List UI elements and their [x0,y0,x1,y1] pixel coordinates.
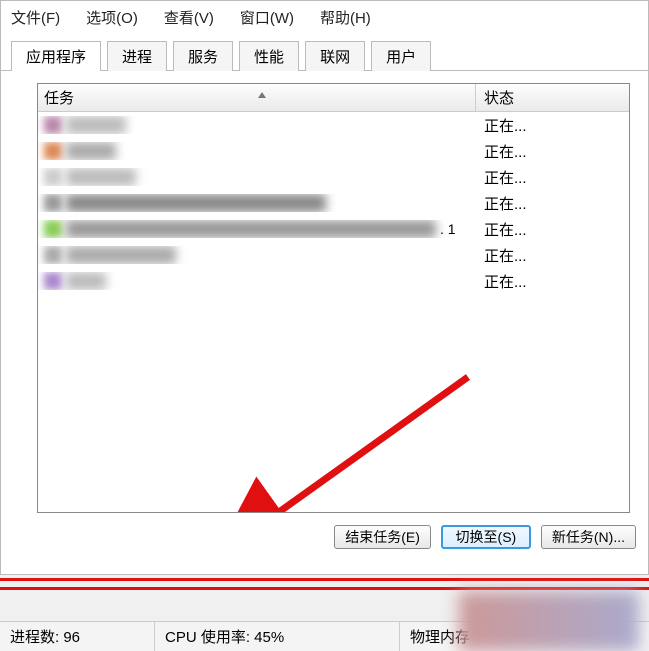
blurred-region [459,591,639,651]
switch-to-button[interactable]: 切换至(S) [441,525,531,549]
tab-networking[interactable]: 联网 [305,41,365,71]
new-task-button[interactable]: 新任务(N)... [541,525,636,549]
menu-options[interactable]: 选项(O) [82,5,142,30]
column-header-task[interactable]: 任务 [38,84,476,111]
column-header-status[interactable]: 状态 [476,84,629,111]
cell-status: 正在... [476,115,629,136]
column-task-label: 任务 [44,87,74,108]
table-row[interactable]: 正在... [38,242,629,268]
menu-window[interactable]: 窗口(W) [236,5,298,30]
menu-help[interactable]: 帮助(H) [316,5,375,30]
cell-status: 正在... [476,141,629,162]
table-row[interactable]: 正在... [38,268,629,294]
menu-bar: 文件(F) 选项(O) 查看(V) 窗口(W) 帮助(H) [1,1,648,34]
cell-status: 正在... [476,193,629,214]
list-body: 正在... 正在... 正在... 正在... . 1 正在... 正在... [38,112,629,512]
tab-services[interactable]: 服务 [173,41,233,71]
button-row: 结束任务(E) 切换至(S) 新任务(N)... [1,519,648,555]
cell-status: 正在... [476,245,629,266]
table-row[interactable]: . 1 正在... [38,216,629,242]
annotation-arrow-icon [218,367,498,512]
tab-applications[interactable]: 应用程序 [11,41,101,71]
table-row[interactable]: 正在... [38,164,629,190]
task-manager-window: 文件(F) 选项(O) 查看(V) 窗口(W) 帮助(H) 应用程序 进程 服务… [0,0,649,575]
tab-processes[interactable]: 进程 [107,41,167,71]
menu-view[interactable]: 查看(V) [160,5,218,30]
status-cpu: CPU 使用率: 45% [155,622,400,651]
menu-file[interactable]: 文件(F) [7,5,64,30]
list-header: 任务 状态 [38,84,629,112]
annotation-red-box [0,578,649,590]
table-row[interactable]: 正在... [38,112,629,138]
row-suffix: . 1 [440,221,456,237]
sort-arrow-icon [258,92,266,98]
tab-bar: 应用程序 进程 服务 性能 联网 用户 [1,40,648,71]
cell-status: 正在... [476,219,629,240]
end-task-button[interactable]: 结束任务(E) [334,525,431,549]
table-row[interactable]: 正在... [38,190,629,216]
table-row[interactable]: 正在... [38,138,629,164]
status-processes: 进程数: 96 [0,622,155,651]
cell-status: 正在... [476,167,629,188]
tab-users[interactable]: 用户 [371,41,431,71]
column-status-label: 状态 [484,87,514,108]
applications-list-panel: 任务 状态 正在... 正在... 正在... 正在... [37,83,630,513]
cell-status: 正在... [476,271,629,292]
tab-performance[interactable]: 性能 [239,41,299,71]
